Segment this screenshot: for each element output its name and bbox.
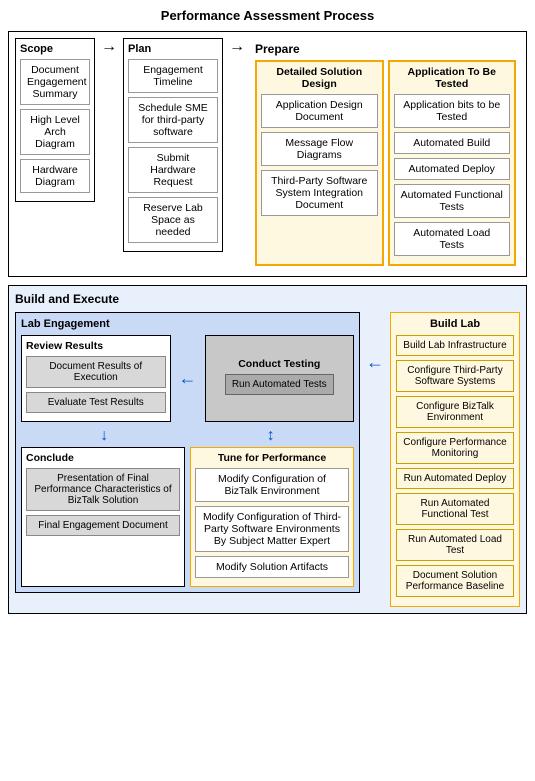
conduct-testing-label: Conduct Testing [238, 358, 320, 370]
lab-bottom-row: Conclude Presentation of Final Performan… [21, 447, 354, 587]
scope-item-2: Hardware Diagram [20, 159, 90, 193]
prepare-inner: Detailed Solution Design Application Des… [255, 60, 516, 266]
review-conduct-arrows: ← [176, 335, 200, 422]
page-title: Performance Assessment Process [8, 8, 527, 23]
tune-item-1: Modify Configuration of Third-Party Soft… [195, 506, 349, 552]
detailed-item-1: Message Flow Diagrams [261, 132, 378, 166]
lab-engagement: Lab Engagement Review Results Document R… [15, 312, 360, 593]
top-section: Scope Document Engagement Summary High L… [8, 31, 527, 277]
tune-performance: Tune for Performance Modify Configuratio… [190, 447, 354, 587]
build-item-3: Configure Performance Monitoring [396, 432, 514, 464]
plan-item-3: Reserve Lab Space as needed [128, 197, 218, 243]
plan-label: Plan [128, 43, 218, 55]
build-item-6: Run Automated Load Test [396, 529, 514, 561]
conclude-item-0: Presentation of Final Performance Charac… [26, 468, 180, 511]
review-results-label: Review Results [26, 340, 166, 352]
prepare-label: Prepare [255, 42, 516, 56]
scope-column: Scope Document Engagement Summary High L… [15, 38, 95, 202]
app-tested-label: Application To Be Tested [394, 66, 511, 90]
detailed-item-0: Application Design Document [261, 94, 378, 128]
scope-label: Scope [20, 43, 90, 55]
build-item-5: Run Automated Functional Test [396, 493, 514, 525]
review-item-1: Evaluate Test Results [26, 392, 166, 413]
plan-item-1: Schedule SME for third-party software [128, 97, 218, 143]
scope-item-1: High Level Arch Diagram [20, 109, 90, 155]
prepare-column: Prepare Detailed Solution Design Applica… [251, 38, 520, 270]
app-item-2: Automated Deploy [394, 158, 511, 180]
review-results: Review Results Document Results of Execu… [21, 335, 171, 422]
left-arrow-icon: ← [366, 352, 384, 373]
arrow-left-icon: ← [179, 368, 197, 389]
build-item-1: Configure Third-Party Software Systems [396, 360, 514, 392]
bottom-section: Build and Execute Lab Engagement Review … [8, 285, 527, 614]
tune-item-0: Modify Configuration of BizTalk Environm… [195, 468, 349, 502]
scope-item-0: Document Engagement Summary [20, 59, 90, 105]
app-item-3: Automated Functional Tests [394, 184, 511, 218]
vertical-arrows-row: ↓ ↕ [21, 427, 354, 445]
detailed-item-2: Third-Party Software System Integration … [261, 170, 378, 216]
conclude: Conclude Presentation of Final Performan… [21, 447, 185, 587]
conduct-item-0: Run Automated Tests [225, 374, 334, 395]
down-arrow-left: ↓ [21, 427, 188, 445]
lab-engagement-label: Lab Engagement [21, 318, 354, 330]
app-tested-col: Application To Be Tested Application bit… [388, 60, 517, 266]
tune-label: Tune for Performance [195, 452, 349, 464]
review-item-0: Document Results of Execution [26, 356, 166, 388]
detailed-design-label: Detailed Solution Design [261, 66, 378, 90]
conduct-testing: Conduct Testing Run Automated Tests [205, 335, 355, 422]
detailed-design-col: Detailed Solution Design Application Des… [255, 60, 384, 266]
bottom-section-label: Build and Execute [15, 292, 520, 306]
app-item-4: Automated Load Tests [394, 222, 511, 256]
app-item-0: Application bits to be Tested [394, 94, 511, 128]
build-item-4: Run Automated Deploy [396, 468, 514, 489]
buildlab-arrow: ← [366, 312, 384, 373]
plan-item-0: Engagement Timeline [128, 59, 218, 93]
conclude-label: Conclude [26, 452, 180, 464]
plan-column: Plan Engagement Timeline Schedule SME fo… [123, 38, 223, 252]
vertical-arrow-right: ↕ [188, 427, 355, 445]
lab-top-row: Review Results Document Results of Execu… [21, 335, 354, 422]
build-item-7: Document Solution Performance Baseline [396, 565, 514, 597]
plan-item-2: Submit Hardware Request [128, 147, 218, 193]
conclude-item-1: Final Engagement Document [26, 515, 180, 536]
bottom-row: Lab Engagement Review Results Document R… [15, 312, 520, 607]
build-lab-label: Build Lab [396, 318, 514, 330]
build-lab: Build Lab Build Lab Infrastructure Confi… [390, 312, 520, 607]
tune-item-2: Modify Solution Artifacts [195, 556, 349, 578]
arrow-scope-to-plan: → [99, 38, 119, 56]
build-item-2: Configure BizTalk Environment [396, 396, 514, 428]
arrow-plan-to-prepare: → [227, 38, 247, 56]
build-item-0: Build Lab Infrastructure [396, 335, 514, 356]
app-item-1: Automated Build [394, 132, 511, 154]
